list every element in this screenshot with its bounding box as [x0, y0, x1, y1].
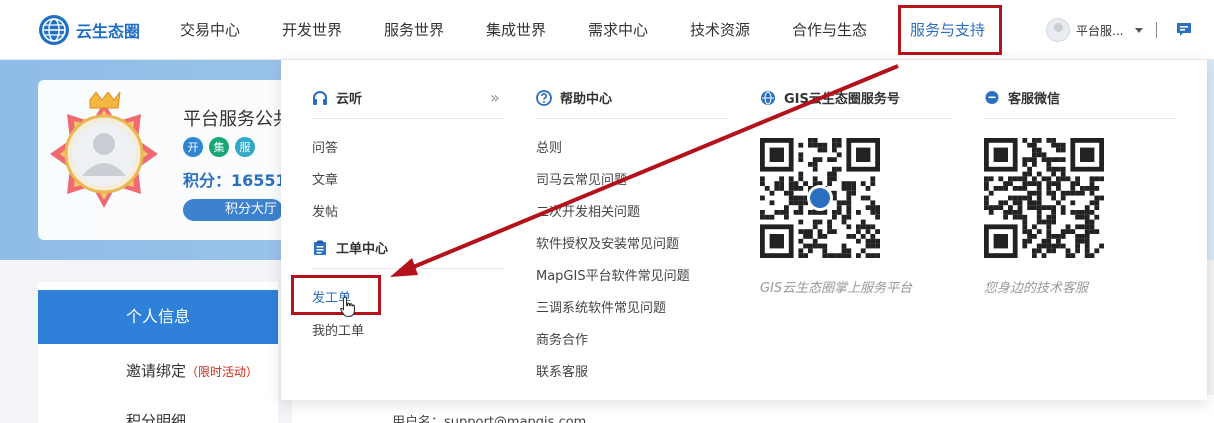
service-account-title: GIS云生态圈服务号	[784, 92, 900, 107]
avatar	[1046, 18, 1070, 42]
chat-bubble-icon	[985, 90, 999, 104]
annotation-highlight-submit-ticket	[291, 275, 381, 315]
points-hall-button[interactable]: 积分大厅	[183, 199, 283, 221]
service-account-heading: GIS云生态圈服务号	[760, 88, 900, 107]
headphones-icon	[313, 90, 327, 105]
top-navbar: 云生态圈 交易中心 开发世界 服务世界 集成世界 需求中心 技术资源 合作与生态…	[0, 0, 1214, 60]
logo-text: 云生态圈	[76, 22, 141, 41]
wechat-caption: 您身边的技术客服	[984, 281, 1089, 296]
chevron-down-icon	[1135, 27, 1144, 33]
divider	[984, 118, 1176, 119]
link-mapgis-faq[interactable]: MapGIS平台软件常见问题	[536, 265, 690, 284]
limited-activity-tag: （限时活动）	[186, 365, 259, 379]
divider	[312, 118, 504, 119]
ticket-center-title: 工单中心	[336, 242, 389, 257]
service-account-qr-code	[760, 138, 880, 258]
medal-avatar-icon	[50, 92, 158, 208]
globe-logo-icon	[39, 15, 69, 45]
badge-dev: 开	[183, 137, 203, 157]
link-simayun-faq[interactable]: 司马云常见问题	[536, 169, 627, 188]
username-field: 用户名：support@mapgis.com	[392, 415, 587, 423]
nav-tech-resources[interactable]: 技术资源	[690, 0, 750, 60]
nav-demand-center[interactable]: 需求中心	[588, 0, 648, 60]
points-value: 积分：16551	[183, 171, 287, 190]
yunting-heading: 云听	[312, 88, 362, 107]
divider	[536, 118, 728, 119]
hand-cursor-icon	[340, 296, 355, 317]
link-articles[interactable]: 文章	[312, 169, 338, 188]
help-center-heading: 帮助中心	[536, 88, 612, 107]
link-general-rules[interactable]: 总则	[536, 137, 562, 156]
double-chevron-right-icon[interactable]: »	[490, 88, 500, 107]
sidebar-item-invite[interactable]: 邀请绑定（限时活动）	[126, 360, 258, 381]
ticket-center-heading: 工单中心	[312, 238, 388, 257]
link-qa[interactable]: 问答	[312, 137, 338, 156]
wechat-title: 客服微信	[1008, 92, 1061, 107]
profile-badges: 开 集 服	[183, 137, 255, 157]
divider	[1156, 22, 1157, 38]
user-name: 平台服...	[1076, 23, 1124, 38]
question-circle-icon	[536, 89, 552, 106]
help-center-title: 帮助中心	[560, 92, 613, 107]
nav-trade-center[interactable]: 交易中心	[180, 0, 240, 60]
globe-icon	[761, 90, 775, 105]
divider	[312, 268, 504, 269]
sidebar-item-personal-info[interactable]: 个人信息	[38, 290, 278, 344]
link-business-cooperation[interactable]: 商务合作	[536, 329, 588, 348]
clipboard-icon	[314, 240, 326, 255]
profile-name: 平台服务公共	[183, 109, 291, 130]
badge-integration: 集	[209, 137, 229, 157]
yunting-title: 云听	[336, 92, 363, 107]
divider	[760, 118, 952, 119]
link-secondary-dev-faq[interactable]: 二次开发相关问题	[536, 201, 640, 220]
link-post[interactable]: 发帖	[312, 201, 338, 220]
link-survey-system-faq[interactable]: 三调系统软件常见问题	[536, 297, 666, 316]
message-icon[interactable]	[1176, 21, 1192, 37]
link-contact-support[interactable]: 联系客服	[536, 361, 588, 380]
sidebar-item-label: 邀请绑定	[126, 362, 187, 380]
nav-cooperation[interactable]: 合作与生态	[792, 0, 867, 60]
annotation-highlight-nav	[898, 5, 1002, 55]
badge-service: 服	[235, 137, 255, 157]
nav-service-world[interactable]: 服务世界	[384, 0, 444, 60]
wechat-heading: 客服微信	[984, 88, 1060, 107]
nav-integration-world[interactable]: 集成世界	[486, 0, 546, 60]
user-menu[interactable]: 平台服...	[1046, 17, 1144, 43]
sidebar-item-points-detail[interactable]: 积分明细	[126, 410, 186, 423]
site-logo[interactable]: 云生态圈	[38, 13, 140, 47]
nav-dev-world[interactable]: 开发世界	[282, 0, 342, 60]
service-account-caption: GIS云生态圈掌上服务平台	[760, 281, 913, 296]
wechat-qr-code	[984, 138, 1104, 258]
link-license-install-faq[interactable]: 软件授权及安装常见问题	[536, 233, 679, 252]
link-my-tickets[interactable]: 我的工单	[312, 320, 364, 339]
